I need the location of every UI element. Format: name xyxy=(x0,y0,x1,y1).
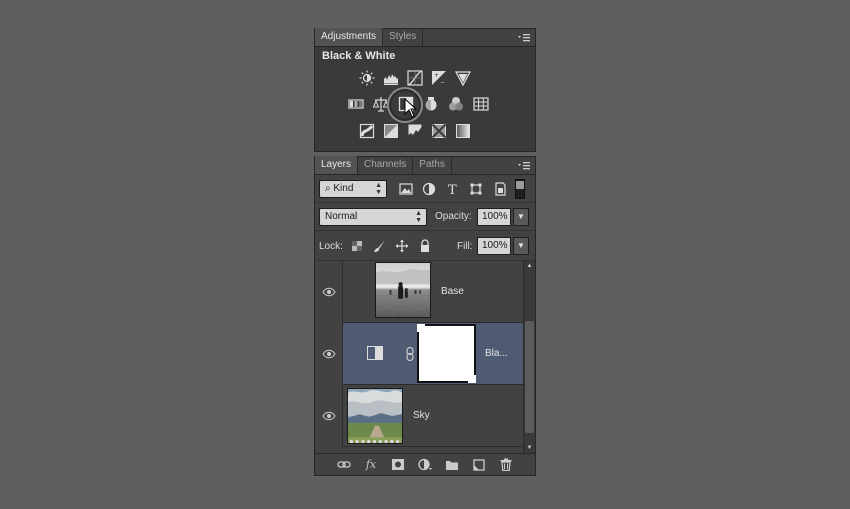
lock-label: Lock: xyxy=(319,241,343,252)
layer-row-base[interactable]: Base xyxy=(315,261,523,323)
filter-kind-value: Kind xyxy=(333,183,354,194)
filter-shape-icon[interactable] xyxy=(468,181,484,197)
fill-input[interactable]: 100% xyxy=(477,237,511,255)
select-arrows-icon: ▲ ▼ xyxy=(415,210,422,224)
adjustment-row-1: + − xyxy=(358,69,472,87)
blend-mode-value: Normal xyxy=(325,211,358,222)
tab-paths[interactable]: Paths xyxy=(413,156,452,174)
layer-name: Base xyxy=(441,286,464,297)
filter-type-icon[interactable]: T xyxy=(445,181,461,197)
link-chain-icon[interactable] xyxy=(405,346,415,362)
levels-icon[interactable] xyxy=(382,69,400,87)
lock-image-pixels-icon[interactable] xyxy=(372,238,388,254)
tab-channels[interactable]: Channels xyxy=(358,156,414,174)
exposure-icon[interactable]: + − xyxy=(430,69,448,87)
filter-pixel-icon[interactable] xyxy=(398,181,414,197)
fill-dropdown-button[interactable]: ▼ xyxy=(513,237,529,255)
filter-toggle-switch[interactable] xyxy=(515,179,525,199)
curves-icon[interactable] xyxy=(406,69,424,87)
channel-mixer-icon[interactable] xyxy=(447,95,465,113)
tab-adjustments[interactable]: Adjustments xyxy=(315,28,384,46)
scroll-thumb[interactable] xyxy=(525,321,534,433)
blend-mode-select[interactable]: Normal ▲ ▼ xyxy=(319,208,427,226)
new-layer-icon[interactable] xyxy=(471,456,488,473)
panel-menu-icon[interactable] xyxy=(517,160,531,172)
posterize-icon[interactable] xyxy=(382,122,400,140)
layers-bottom-toolbar: fx xyxy=(315,453,535,475)
layer-mask-thumbnail[interactable] xyxy=(417,324,476,383)
lock-all-icon[interactable] xyxy=(417,238,433,254)
layers-scrollbar[interactable]: ▲ ▼ xyxy=(523,261,535,453)
lock-row: Lock: Fill: 100% ▼ xyxy=(315,231,535,261)
new-adjustment-layer-icon[interactable] xyxy=(417,456,434,473)
photo-filter-icon[interactable] xyxy=(422,95,440,113)
layer-thumbnail-sky xyxy=(347,388,403,444)
layer-list: Base Bla... Sky xyxy=(315,261,535,453)
adjustment-title: Black & White xyxy=(322,50,396,62)
gradient-map-icon[interactable] xyxy=(454,122,472,140)
brightness-contrast-icon[interactable] xyxy=(358,69,376,87)
scroll-up-icon[interactable]: ▲ xyxy=(525,263,534,269)
panel-menu-icon[interactable] xyxy=(517,32,531,44)
fill-label: Fill: xyxy=(457,241,473,252)
opacity-input[interactable]: 100% xyxy=(477,208,511,226)
filter-adjustment-icon[interactable] xyxy=(421,181,437,197)
adjustments-tabbar: Adjustments Styles xyxy=(315,28,535,47)
layer-name: Sky xyxy=(413,410,430,421)
tab-layers[interactable]: Layers xyxy=(315,156,359,174)
hue-saturation-icon[interactable] xyxy=(347,95,365,113)
layers-body: ⌕ Kind ▲ ▼ T Normal ▲ ▼ Opacity: 100% ▼ … xyxy=(315,175,535,475)
adjustments-body: Black & White + − xyxy=(315,47,535,151)
select-arrows-icon: ▲ ▼ xyxy=(375,182,382,196)
layer-thumbnail-base xyxy=(375,262,431,318)
filter-smart-object-icon[interactable] xyxy=(492,181,508,197)
layers-panel: Layers Channels Paths ⌕ Kind ▲ ▼ T Norma… xyxy=(314,156,536,476)
vibrance-icon[interactable] xyxy=(454,69,472,87)
visibility-eye-icon[interactable] xyxy=(315,323,343,385)
filter-kind-select[interactable]: ⌕ Kind ▲ ▼ xyxy=(319,180,387,198)
delete-layer-trash-icon[interactable] xyxy=(498,456,515,473)
visibility-eye-icon[interactable] xyxy=(315,385,343,447)
adjustment-layer-icon xyxy=(367,346,383,360)
color-lookup-icon[interactable] xyxy=(472,95,490,113)
opacity-label: Opacity: xyxy=(435,211,472,222)
link-layers-icon[interactable] xyxy=(336,456,353,473)
search-icon: ⌕ xyxy=(325,183,331,194)
lock-transparent-pixels-icon[interactable] xyxy=(349,238,365,254)
visibility-eye-icon[interactable] xyxy=(315,261,343,323)
adjustments-panel: Adjustments Styles Black & White + − xyxy=(314,28,536,152)
svg-text:+: + xyxy=(434,72,439,79)
mouse-cursor-icon xyxy=(404,97,418,118)
filter-row: ⌕ Kind ▲ ▼ T xyxy=(315,175,535,203)
selective-color-icon[interactable] xyxy=(430,122,448,140)
svg-text:−: − xyxy=(440,79,445,86)
add-mask-icon[interactable] xyxy=(390,456,407,473)
scroll-down-icon[interactable]: ▼ xyxy=(525,445,534,451)
layer-row-sky[interactable]: Sky xyxy=(315,385,523,447)
threshold-icon[interactable] xyxy=(406,122,424,140)
adjustment-row-3 xyxy=(358,122,472,140)
layer-row-black-white[interactable]: Bla... xyxy=(315,323,523,385)
blend-row: Normal ▲ ▼ Opacity: 100% ▼ xyxy=(315,203,535,231)
opacity-dropdown-button[interactable]: ▼ xyxy=(513,208,529,226)
lock-position-icon[interactable] xyxy=(394,238,410,254)
layers-tabbar: Layers Channels Paths xyxy=(315,156,535,175)
invert-icon[interactable] xyxy=(358,122,376,140)
new-group-folder-icon[interactable] xyxy=(444,456,461,473)
tab-styles[interactable]: Styles xyxy=(383,28,424,46)
layer-name: Bla... xyxy=(485,348,508,359)
svg-text:T: T xyxy=(448,183,457,196)
layer-style-fx-button[interactable]: fx xyxy=(363,456,380,473)
